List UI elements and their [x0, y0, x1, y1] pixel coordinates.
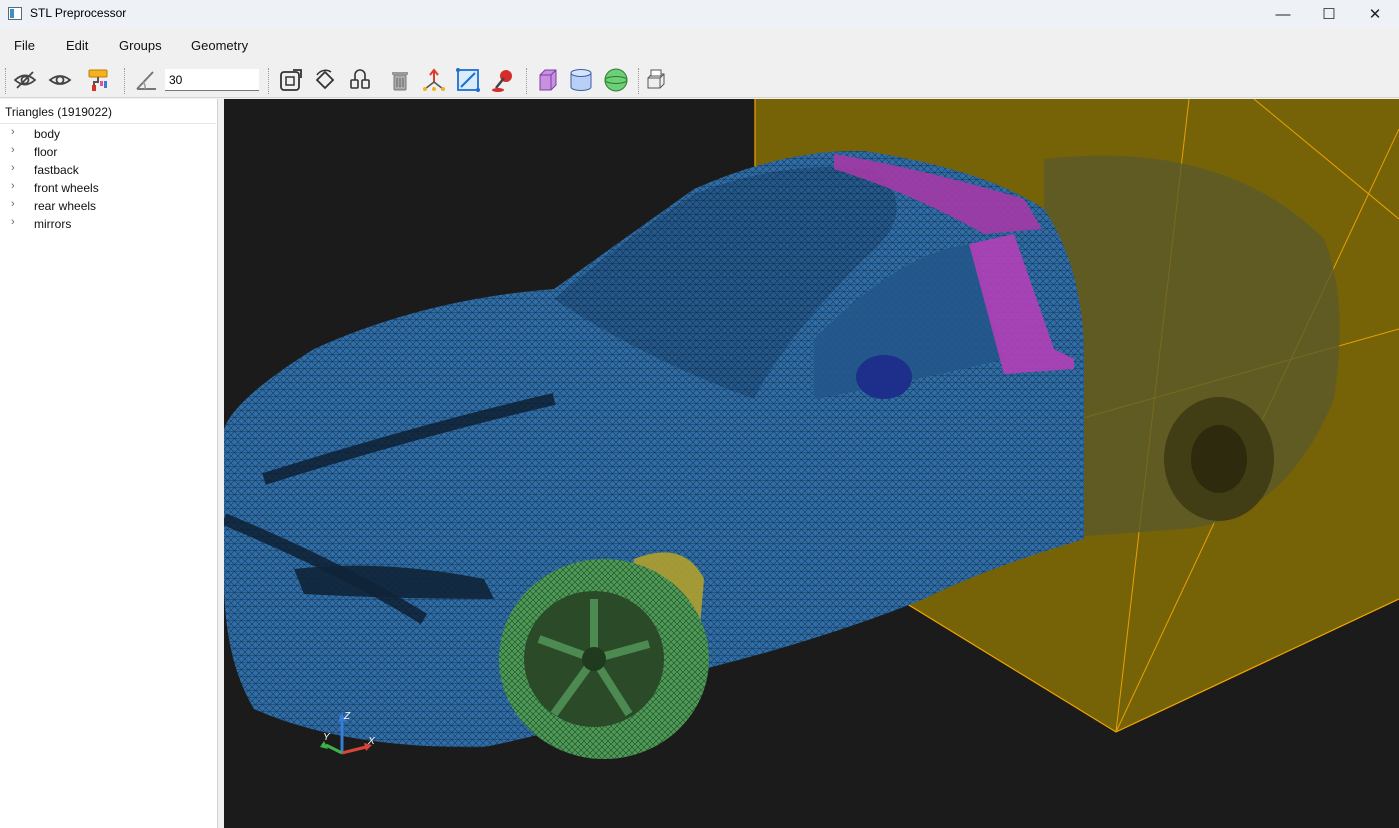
toolbar-handle[interactable] [526, 68, 529, 94]
sphere-primitive-icon[interactable] [601, 64, 631, 96]
3d-viewport[interactable]: Z X Y [224, 99, 1399, 828]
chevron-right-icon[interactable]: › [11, 126, 15, 138]
feature-angle-input[interactable] [165, 69, 259, 91]
tree-header: Triangles (1919022) [0, 99, 216, 124]
z-axis-label: Z [343, 711, 351, 722]
menu-bar: File Edit Groups Geometry [0, 30, 1399, 60]
box-primitive-icon[interactable] [532, 64, 562, 96]
y-axis-label: Y [323, 732, 331, 743]
paint-roller-icon[interactable] [84, 64, 114, 96]
group-tree: Triangles (1919022) › body › floor › fas… [0, 99, 218, 828]
delete-icon[interactable] [385, 64, 415, 96]
tree-item-label: floor [34, 145, 58, 159]
rotate-view-icon[interactable] [310, 64, 340, 96]
menu-geometry[interactable]: Geometry [191, 38, 248, 53]
reset-view-icon[interactable] [345, 64, 375, 96]
tree-item-label: fastback [34, 163, 79, 177]
app-icon [8, 7, 22, 20]
tree-item-body[interactable]: › body [0, 125, 216, 143]
bounding-box-icon[interactable] [453, 64, 483, 96]
tree-item-label: front wheels [34, 181, 99, 195]
menu-file[interactable]: File [14, 38, 35, 53]
tree-item-floor[interactable]: › floor [0, 143, 216, 161]
cylinder-primitive-icon[interactable] [566, 64, 596, 96]
chevron-right-icon[interactable]: › [11, 198, 15, 210]
window-title: STL Preprocessor [30, 6, 127, 20]
mirror [856, 355, 912, 399]
title-bar: STL Preprocessor — ☐ ✕ [0, 0, 1399, 28]
tree-item-fastback[interactable]: › fastback [0, 161, 216, 179]
toolbar-handle[interactable] [124, 68, 127, 94]
x-axis [341, 745, 367, 755]
show-icon[interactable] [45, 64, 75, 96]
minimize-button[interactable]: — [1260, 0, 1306, 28]
maximize-button[interactable]: ☐ [1306, 0, 1352, 28]
toolbar-handle[interactable] [5, 68, 8, 94]
chevron-right-icon[interactable]: › [11, 180, 15, 192]
menu-edit[interactable]: Edit [66, 38, 88, 53]
close-button[interactable]: ✕ [1352, 0, 1398, 28]
tree-item-label: body [34, 127, 61, 141]
orientation-axes: Z X Y [320, 711, 375, 755]
chevron-right-icon[interactable]: › [11, 144, 15, 156]
chevron-right-icon[interactable]: › [11, 216, 15, 228]
tree-item-label: mirrors [34, 217, 72, 231]
menu-groups[interactable]: Groups [119, 38, 162, 53]
export-icon[interactable] [642, 64, 672, 96]
x-axis-label: X [367, 736, 375, 747]
normals-icon[interactable] [419, 64, 449, 96]
chevron-right-icon[interactable]: › [11, 162, 15, 174]
feature-angle-icon[interactable] [131, 64, 161, 96]
tree-item-front-wheels[interactable]: › front wheels [0, 179, 216, 197]
tree-item-label: rear wheels [34, 199, 97, 213]
color-picker-icon[interactable] [488, 64, 518, 96]
hide-icon[interactable] [10, 64, 40, 96]
toolbar-handle[interactable] [638, 68, 641, 94]
toolbar [0, 62, 1399, 98]
y-axis [325, 743, 343, 755]
fit-view-icon[interactable] [276, 64, 306, 96]
toolbar-handle[interactable] [268, 68, 271, 94]
car-mesh-render [224, 99, 1399, 759]
tree-item-mirrors[interactable]: › mirrors [0, 215, 216, 233]
tree-item-rear-wheels[interactable]: › rear wheels [0, 197, 216, 215]
